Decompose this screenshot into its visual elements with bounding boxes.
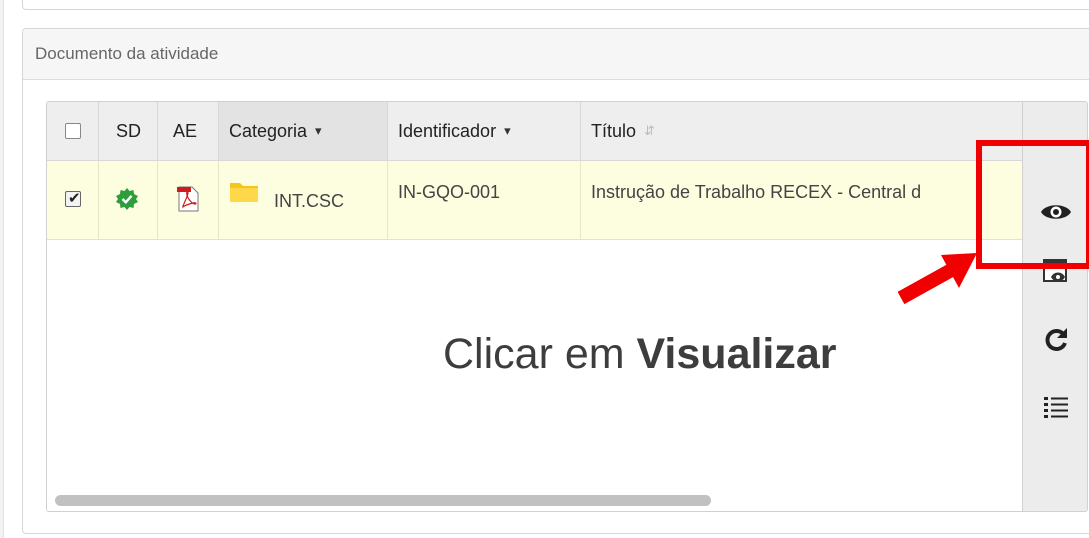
annotation-highlight-box	[976, 140, 1089, 269]
header-titulo-label: Título	[591, 120, 637, 141]
annotation-prefix: Clicar em	[443, 330, 637, 378]
badge-check-icon	[116, 188, 138, 210]
annotation-text: Clicar em Visualizar	[443, 330, 837, 379]
refresh-icon	[1045, 328, 1067, 351]
refresh-button[interactable]	[1023, 322, 1087, 358]
table-row[interactable]: ✔ INT.CSC IN-GQO-001 Instrução de Trabal…	[47, 161, 1022, 240]
row-categoria-cell: INT.CSC	[219, 161, 388, 239]
sort-icon[interactable]: ▾	[315, 123, 322, 139]
row-identificador-cell: IN-GQO-001	[388, 161, 581, 239]
row-select-cell[interactable]: ✔	[47, 161, 99, 239]
top-panel	[22, 0, 1089, 10]
header-categoria[interactable]: Categoria ▾	[219, 102, 388, 160]
identificador-value: IN-GQO-001	[398, 182, 501, 202]
categoria-value: INT.CSC	[274, 191, 345, 211]
list-icon	[1043, 397, 1068, 418]
row-checkbox[interactable]: ✔	[65, 190, 81, 207]
header-select-all[interactable]	[47, 102, 99, 160]
row-sd-cell	[99, 161, 158, 239]
header-identificador-label: Identificador	[398, 120, 497, 141]
header-titulo[interactable]: Título ⇵	[581, 102, 1022, 160]
titulo-value: Instrução de Trabalho RECEX - Central d	[591, 182, 922, 202]
header-ae-label: AE	[173, 120, 198, 141]
select-all-checkbox[interactable]	[65, 123, 81, 139]
sort-icon[interactable]: ⇵	[644, 123, 655, 139]
grid-header: SD AE Categoria ▾ Identificador ▾ Título ⇵	[47, 102, 1022, 161]
panel-title: Documento da atividade	[35, 44, 219, 63]
header-sd-label: SD	[116, 120, 142, 141]
folder-icon	[230, 183, 258, 202]
check-icon: ✔	[68, 190, 81, 207]
row-ae-cell	[158, 161, 219, 239]
header-ae[interactable]: AE	[158, 102, 219, 160]
left-panel-border	[0, 0, 4, 538]
header-categoria-label: Categoria	[229, 120, 308, 141]
panel-header: Documento da atividade	[23, 29, 1089, 80]
header-identificador[interactable]: Identificador ▾	[388, 102, 581, 160]
annotation-arrow-icon	[897, 253, 977, 305]
list-button[interactable]	[1023, 387, 1087, 427]
row-titulo-cell: Instrução de Trabalho RECEX - Central d	[581, 161, 1022, 239]
annotation-bold: Visualizar	[636, 330, 837, 378]
scrollbar-thumb[interactable]	[55, 495, 711, 506]
pdf-icon	[177, 186, 199, 212]
sort-icon[interactable]: ▾	[504, 123, 511, 139]
horizontal-scrollbar[interactable]	[47, 490, 1022, 511]
header-sd[interactable]: SD	[99, 102, 158, 160]
